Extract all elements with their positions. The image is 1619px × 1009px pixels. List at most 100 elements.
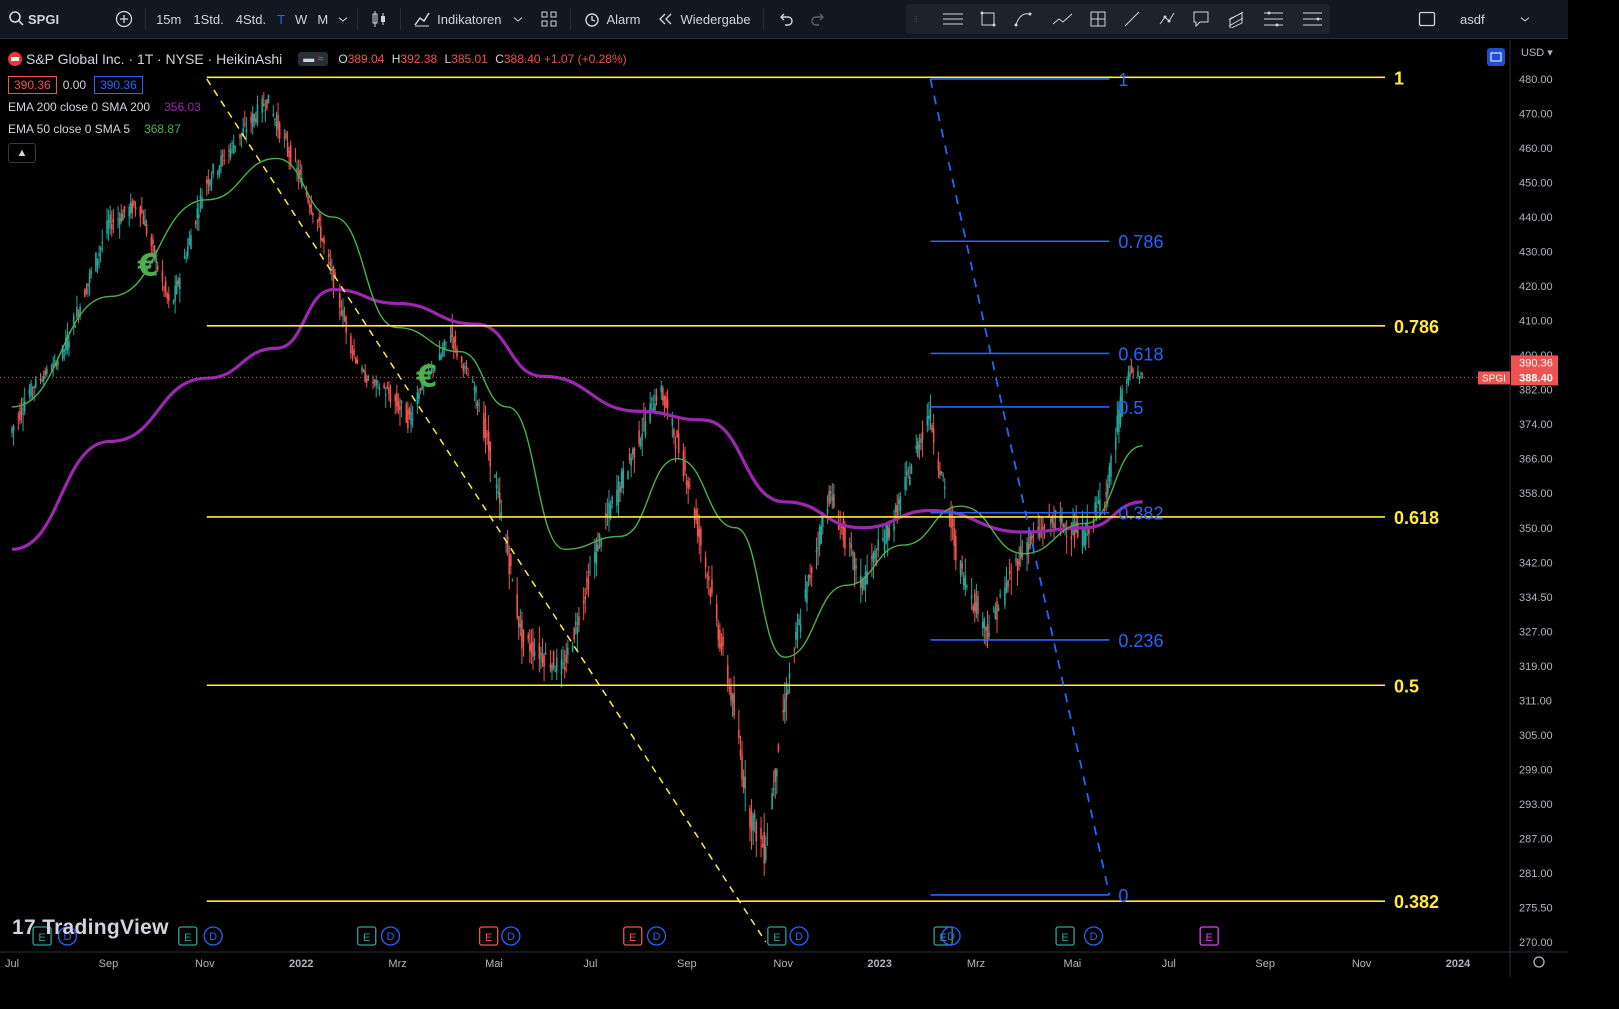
candle-body (766, 833, 769, 835)
currency-label: USD (1521, 47, 1545, 59)
sell-price-button[interactable]: 390.36 (8, 76, 57, 94)
candle-body (1050, 518, 1052, 524)
rectangle-icon[interactable] (979, 10, 997, 28)
candle-body (166, 293, 168, 299)
candle-body (986, 623, 989, 642)
dividend-marker-label: D (1090, 931, 1098, 943)
candle-body (340, 310, 343, 315)
currency-selector[interactable]: USD ▾ (1521, 46, 1553, 59)
interval-1h[interactable]: 1Std. (187, 0, 229, 38)
candle-body (1007, 580, 1009, 588)
candle-body (918, 444, 921, 449)
trendline-icon[interactable] (1123, 10, 1141, 28)
templates-button[interactable] (532, 0, 566, 38)
candle-body (329, 262, 332, 265)
candle-body (709, 588, 712, 597)
price-axis[interactable]: 480.00 470.00 460.00 450.00 440.00 430.00 420.… (1509, 40, 1568, 977)
candles (11, 92, 1144, 877)
symbol-title[interactable]: S&P Global Inc. · 1T · NYSE · HeikinAshi (26, 51, 282, 67)
interval-4h[interactable]: 4Std. (230, 0, 272, 38)
chart-type-button[interactable] (362, 0, 396, 38)
candle-body (142, 215, 145, 225)
price-tick-label: 450.00 (1519, 178, 1553, 190)
drag-handle-icon[interactable] (914, 10, 922, 28)
curve-icon[interactable] (1014, 10, 1032, 28)
dividend-marker-label: D (386, 931, 394, 943)
candle-body (467, 375, 469, 377)
candle-body (57, 361, 59, 365)
candle-body (209, 180, 211, 187)
candle-body (76, 307, 78, 317)
fib-yellow-level-label: 0.382 (1394, 892, 1439, 912)
parallel-channel-icon[interactable] (1227, 10, 1245, 28)
price-marker-lower: 388.40 (1519, 372, 1553, 384)
candle-body (931, 425, 933, 432)
price-tick-label: 311.00 (1519, 695, 1552, 707)
collapse-legend-button[interactable]: ▲ (8, 142, 627, 164)
earnings-marker-label: E (363, 932, 370, 944)
candle-body (28, 389, 31, 395)
price-chart[interactable]: 1 0.786 0.618 0.5 0.382 1 0.786 0.618 0.5 0.382 0… (0, 40, 1568, 977)
fib-extension-icon[interactable] (1300, 10, 1322, 28)
event-markers[interactable]: EDEDEDEDEDEDEDEDE (32, 926, 1219, 946)
square-icon (1418, 11, 1436, 27)
candle-body (530, 642, 533, 653)
price-tick-label: 430.00 (1519, 247, 1553, 259)
candle-body (17, 416, 20, 418)
candle-body (318, 216, 321, 221)
interval-day[interactable]: T (272, 0, 290, 38)
candle-body (519, 623, 522, 627)
candle-body (541, 653, 544, 663)
interval-week[interactable]: W (290, 0, 312, 38)
alert-button[interactable]: Alarm (575, 0, 649, 38)
auto-scale-icon[interactable] (1486, 47, 1506, 67)
candle-body (650, 397, 653, 399)
replay-label: Wiedergabe (680, 11, 751, 27)
redo-button[interactable] (802, 0, 836, 38)
candle-body (34, 379, 37, 388)
candle-body (327, 253, 330, 257)
ema50-legend[interactable]: EMA 50 close 0 SMA 5 368.87 (8, 118, 627, 140)
fib-levels-icon[interactable] (1261, 10, 1284, 28)
path-icon[interactable] (1158, 10, 1176, 28)
candle-body (31, 387, 34, 389)
add-symbol-button[interactable] (107, 0, 141, 38)
interval-15m[interactable]: 15m (150, 0, 187, 38)
candle-body (671, 418, 674, 426)
tradingview-logo: 17 TradingView (12, 916, 169, 940)
candle-body (750, 811, 753, 832)
symbol-search[interactable]: SPGI (0, 0, 67, 38)
candle-body (744, 776, 746, 789)
layout-toggle-button[interactable] (1410, 0, 1444, 38)
candle-body (516, 594, 518, 618)
candle-body (928, 415, 930, 419)
candle-body (795, 631, 797, 640)
candle-body (688, 485, 691, 487)
layout-name-dropdown[interactable]: asdf (1452, 0, 1539, 38)
indicators-button[interactable]: Indikatoren (405, 0, 531, 38)
price-tick-label: 374.00 (1519, 419, 1553, 431)
fib-retracement-yellow[interactable]: 1 0.786 0.618 0.5 0.382 (206, 68, 1439, 943)
brush-icon[interactable] (1048, 10, 1073, 28)
position-icon[interactable] (1089, 10, 1107, 28)
alert-label: Alarm (606, 11, 641, 27)
candle-body (1103, 501, 1106, 503)
fib-retracement-blue[interactable]: 1 0.786 0.618 0.5 0.382 0.236 0 (929, 70, 1163, 906)
candle-body (207, 178, 210, 185)
horizontal-lines-icon[interactable] (939, 10, 963, 28)
candle-body (217, 171, 219, 175)
callout-icon[interactable] (1192, 10, 1210, 28)
candle-body (777, 744, 780, 752)
candle-body (95, 253, 97, 272)
candle-body (356, 359, 359, 365)
interval-month[interactable]: M (312, 0, 333, 38)
undo-button[interactable] (768, 0, 802, 38)
candle-body (595, 543, 598, 565)
replay-button[interactable]: Wiedergabe (648, 0, 758, 38)
candle-body (939, 470, 941, 476)
interval-dropdown[interactable] (333, 0, 353, 38)
time-axis[interactable]: Jul Sep Nov 2022 Mrz Mai Jul Sep Nov 2023 Mrz Mai Ju… (0, 951, 1568, 970)
visibility-icon[interactable]: ▬ ≈ (298, 52, 329, 66)
ema200-legend[interactable]: EMA 200 close 0 SMA 200 356.03 (8, 96, 627, 118)
buy-price-button[interactable]: 390.36 (94, 76, 143, 94)
